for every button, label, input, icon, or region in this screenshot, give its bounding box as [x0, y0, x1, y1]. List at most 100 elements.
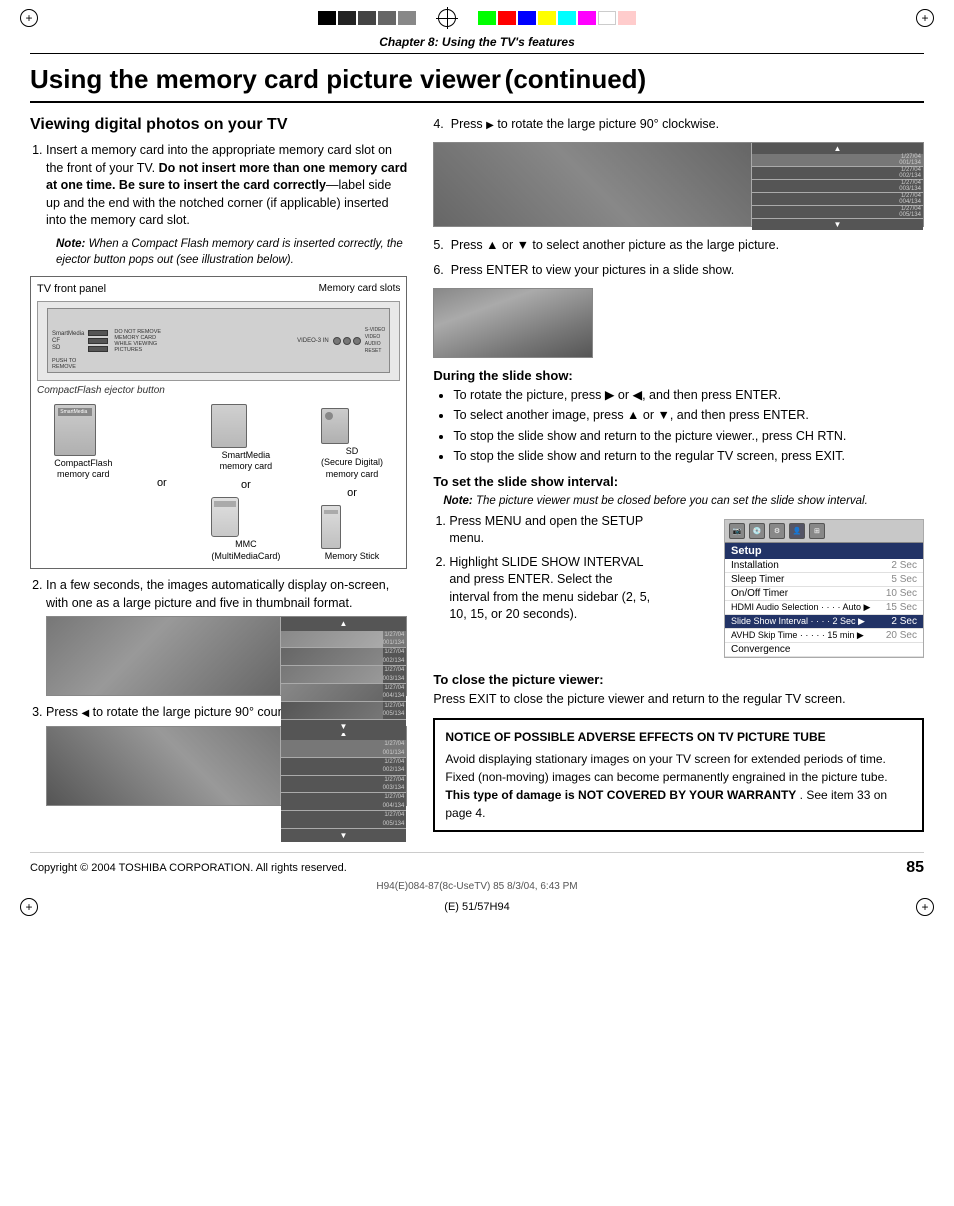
photo-main-2 [47, 617, 281, 695]
cf-card-shape: SmartMedia [54, 404, 96, 456]
cf-label: CompactFlashmemory card [54, 458, 112, 481]
setup-row-hdmi: HDMI Audio Selection · · · · Auto ▶ 15 S… [725, 601, 923, 615]
tv-panel-box: TV front panel Memory card slots SmartMe… [30, 276, 407, 570]
step-1-text: Insert a memory card into the appropriat… [46, 143, 407, 227]
thumb4-1: 1/27/04001/134 [752, 154, 923, 167]
bullet-1: To rotate the picture, press ▶ or ◀, and… [453, 387, 924, 405]
step-6-text: 6. Press ENTER to view your pictures in … [433, 263, 734, 277]
photo-main-3 [47, 727, 281, 805]
steps-list-2: In a few seconds, the images automatical… [30, 577, 407, 806]
menu-icon-settings: ⚙ [769, 523, 785, 539]
close-viewer-text: Press EXIT to close the picture viewer a… [433, 691, 924, 709]
photo-thumbs-3: ▲ 1/27/04001/134 1/27/04002/134 1/27/040… [281, 727, 407, 805]
left-column: Viewing digital photos on your TV Insert… [30, 116, 423, 832]
ms-label: Memory Stick [321, 551, 383, 563]
reg-mark-bl: + [20, 898, 38, 916]
or-text-1: or [157, 477, 167, 489]
sd-card-shape [321, 408, 349, 444]
memory-card-slots-label: Memory card slots [319, 283, 401, 294]
set-interval-content: Press MENU and open the SETUP menu. High… [433, 513, 924, 664]
mmc-card-shape [211, 497, 239, 537]
set-interval-step-2: Highlight SLIDE SHOW INTERVAL and press … [449, 554, 654, 624]
setup-row-installation-value: 2 Sec [891, 560, 917, 571]
bullet-2: To select another image, press ▲ or ▼, a… [453, 407, 924, 425]
note-label-1: Note: [56, 238, 85, 250]
note-block-1: Note: When a Compact Flash memory card i… [56, 236, 407, 268]
thumb3-arrow-down: ▼ [281, 829, 407, 842]
setup-row-sleep-label: Sleep Timer [731, 574, 784, 585]
step-5: 5. Press ▲ or ▼ to select another pictur… [433, 237, 924, 255]
main-content: Viewing digital photos on your TV Insert… [30, 108, 924, 832]
set-interval-steps-list: Press MENU and open the SETUP menu. High… [433, 513, 654, 624]
sm-mmc-column: SmartMediamemory card or MMC(MultiMediaC… [211, 404, 280, 563]
setup-row-slideshow-label: Slide Show Interval · · · · 2 Sec ▶ [731, 616, 865, 627]
setup-row-slideshow: Slide Show Interval · · · · 2 Sec ▶ 2 Se… [725, 615, 923, 629]
file-info: H94(E)084-87(8c-UseTV) 85 8/3/04, 6:43 P… [0, 881, 954, 892]
step-3-photo-viewer: ▲ 1/27/04001/134 1/27/04002/134 1/27/040… [46, 726, 407, 806]
setup-row-avhd-label: AVHD Skip Time · · · · · 15 min ▶ [731, 630, 864, 641]
note-text-1: When a Compact Flash memory card is inse… [56, 238, 403, 266]
steps-list-left: Insert a memory card into the appropriat… [30, 142, 407, 268]
thumb3-1: 1/27/04001/134 [281, 740, 407, 758]
thumb3-2: 1/27/04002/134 [281, 758, 407, 776]
thumb3-5: 1/27/04005/134 [281, 811, 407, 829]
smartmedia-card: SmartMediamemory card [211, 404, 280, 473]
menu-icon-camera: 📷 [729, 523, 745, 539]
ms-card: Memory Stick [321, 505, 383, 563]
close-viewer-title: To close the picture viewer: [433, 672, 924, 687]
thumb-1: 1/27/04001/134 [281, 631, 407, 649]
reg-mark-tr: + [916, 9, 934, 27]
step-6-photo [433, 288, 593, 358]
thumb-3: 1/27/04003/134 [281, 666, 407, 684]
setup-row-onoff-label: On/Off Timer [731, 588, 788, 599]
center-crosshair [436, 7, 458, 29]
menu-icon-disc: 💿 [749, 523, 765, 539]
thumb4-5: 1/27/04005/134 [752, 206, 923, 219]
notice-title: NOTICE OF POSSIBLE ADVERSE EFFECTS ON TV… [445, 728, 912, 746]
compactflash-card: SmartMedia CompactFlashmemory card [54, 404, 112, 481]
card-grid: SmartMedia CompactFlashmemory card or Sm… [37, 404, 400, 563]
continued-label: (continued) [505, 64, 647, 94]
bottom-marks: + (E) 51/57H94 + [0, 892, 954, 922]
photo-main-4 [434, 143, 752, 226]
mmc-label: MMC(MultiMediaCard) [211, 539, 280, 562]
tv-panel-label: TV front panel [37, 283, 106, 295]
step-2-photo-viewer: ▲ 1/27/04001/134 1/27/04002/134 1/2 [46, 616, 407, 696]
notice-box: NOTICE OF POSSIBLE ADVERSE EFFECTS ON TV… [433, 718, 924, 832]
setup-row-onoff-value: 10 Sec [886, 588, 917, 599]
sm-card-shape [211, 404, 247, 448]
tv-panel-img: SmartMedia CF SD DO NOT REMOVE MEMORY CA… [37, 301, 400, 381]
right-column: 4. Press ▶ to rotate the large picture 9… [423, 116, 924, 832]
sd-label: SD(Secure Digital)memory card [321, 446, 383, 481]
thumb-5: 1/27/04005/134 [281, 702, 407, 720]
notice-bold: This type of damage is NOT COVERED BY YO… [445, 788, 796, 802]
bullet-3: To stop the slide show and return to the… [453, 428, 924, 446]
setup-row-avhd-value: 20 Sec [886, 630, 917, 641]
color-bars-right [478, 11, 636, 25]
bullet-4: To stop the slide show and return to the… [453, 448, 924, 466]
or-text-2: or [241, 479, 251, 491]
set-interval-step-1: Press MENU and open the SETUP menu. [449, 513, 654, 548]
setup-row-hdmi-value: 15 Sec [886, 602, 917, 613]
set-interval-step-1-text: Press MENU and open the SETUP menu. [449, 514, 643, 546]
during-slide-show-title: During the slide show: [433, 368, 924, 383]
photo-thumbs-4: ▲ 1/27/04001/134 1/27/04002/134 1/27/040… [752, 143, 923, 226]
setup-row-installation-label: Installation [731, 560, 779, 571]
setup-menu-icons: 📷 💿 ⚙ 👤 ⊞ [725, 520, 923, 543]
setup-row-onoff: On/Off Timer 10 Sec [725, 587, 923, 601]
step-2-text: In a few seconds, the images automatical… [46, 578, 389, 610]
color-bars-left [318, 11, 416, 25]
mmc-card: MMC(MultiMediaCard) [211, 497, 280, 562]
step-4-text: 4. Press ▶ to rotate the large picture 9… [433, 117, 719, 131]
thumb-2: 1/27/04002/134 [281, 648, 407, 666]
thumb-4: 1/27/04004/134 [281, 684, 407, 702]
top-marks: + + [0, 0, 954, 35]
step-4-photo-viewer: ▲ 1/27/04001/134 1/27/04002/134 1/27/040… [433, 142, 924, 227]
set-slide-interval-title: To set the slide show interval: [433, 474, 924, 489]
set-interval-steps: Press MENU and open the SETUP menu. High… [433, 513, 654, 632]
thumb4-4: 1/27/04004/134 [752, 193, 923, 206]
photo-thumbs-2: ▲ 1/27/04001/134 1/27/04002/134 1/2 [281, 617, 407, 695]
during-slide-show-bullets: To rotate the picture, press ▶ or ◀, and… [433, 387, 924, 466]
setup-row-installation: Installation 2 Sec [725, 559, 923, 573]
setup-row-sleep: Sleep Timer 5 Sec [725, 573, 923, 587]
